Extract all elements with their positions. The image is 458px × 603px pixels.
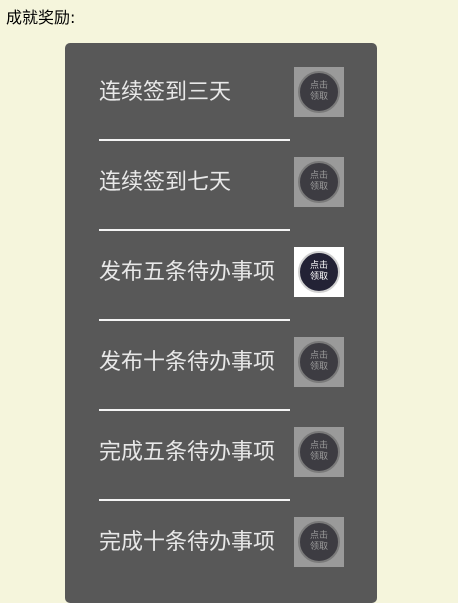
page-heading: 成就奖励:	[6, 8, 76, 27]
claim-button-label: 点击领取	[309, 441, 328, 462]
achievement-label: 完成五条待办事项	[99, 440, 276, 465]
achievement-label: 发布十条待办事项	[99, 350, 276, 375]
achievement-label: 发布五条待办事项	[99, 260, 276, 285]
achievement-row: 连续签到三天 点击领取	[99, 43, 345, 141]
claim-button-label: 点击领取	[309, 351, 328, 372]
claim-button-label: 点击领取	[309, 81, 328, 102]
claim-badge-icon: 点击领取	[298, 521, 340, 563]
claim-button-label: 点击领取	[309, 531, 328, 552]
claim-reward-button[interactable]: 点击领取	[294, 247, 344, 297]
claim-button-label: 点击领取	[309, 261, 328, 282]
claim-badge-icon: 点击领取	[298, 71, 340, 113]
claim-reward-button[interactable]: 点击领取	[294, 517, 344, 567]
claim-reward-button[interactable]: 点击领取	[294, 337, 344, 387]
claim-badge-icon: 点击领取	[298, 431, 340, 473]
achievement-label: 连续签到七天	[99, 170, 232, 195]
achievement-row: 发布五条待办事项 点击领取	[99, 223, 345, 321]
claim-button-label: 点击领取	[309, 171, 328, 192]
achievement-label: 完成十条待办事项	[99, 530, 276, 555]
claim-reward-button[interactable]: 点击领取	[294, 67, 344, 117]
achievement-row: 连续签到七天 点击领取	[99, 133, 345, 231]
achievement-row: 完成五条待办事项 点击领取	[99, 403, 345, 501]
claim-badge-icon: 点击领取	[298, 251, 340, 293]
claim-badge-icon: 点击领取	[298, 341, 340, 383]
claim-reward-button[interactable]: 点击领取	[294, 427, 344, 477]
claim-badge-icon: 点击领取	[298, 161, 340, 203]
claim-reward-button[interactable]: 点击领取	[294, 157, 344, 207]
achievement-row: 完成十条待办事项 点击领取	[99, 493, 345, 583]
achievements-panel: 连续签到三天 点击领取 连续签到七天 点击领取 发布五条待办事项 点击领取 发布…	[65, 43, 377, 603]
achievement-label: 连续签到三天	[99, 80, 232, 105]
achievement-row: 发布十条待办事项 点击领取	[99, 313, 345, 411]
